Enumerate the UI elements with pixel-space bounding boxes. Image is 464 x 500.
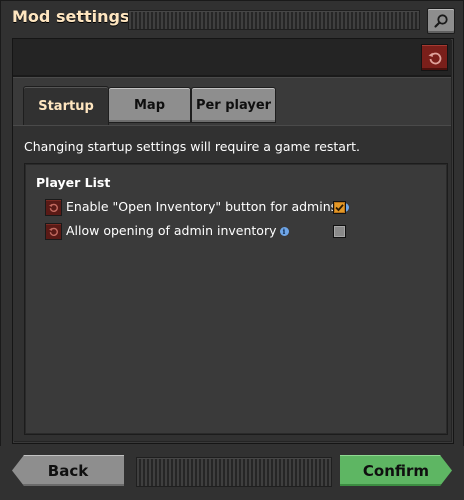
restart-notice: Changing startup settings will require a…: [24, 139, 360, 154]
info-icon[interactable]: i: [279, 227, 289, 236]
setting-label: Allow opening of admin inventory i: [66, 222, 289, 240]
tab-per-player[interactable]: Per player: [191, 87, 276, 123]
back-button[interactable]: Back: [12, 455, 124, 486]
setting-label-text: Enable "Open Inventory" button for admin…: [66, 199, 338, 214]
title-bar: Mod settings: [0, 0, 464, 38]
search-button[interactable]: [427, 8, 455, 34]
panel-toolbar: [13, 39, 451, 77]
admin-inventory-checkbox[interactable]: [333, 225, 346, 238]
setting-label: Enable "Open Inventory" button for admin…: [66, 198, 350, 216]
reset-icon: [49, 227, 58, 236]
checkmark-icon: [335, 204, 344, 212]
group-title: Player List: [36, 175, 111, 190]
window-title: Mod settings: [12, 7, 130, 26]
confirm-button[interactable]: Confirm: [340, 455, 452, 486]
drag-handle[interactable]: [128, 10, 420, 30]
search-icon: [434, 14, 448, 28]
setting-reset-button[interactable]: [45, 199, 62, 216]
footer-drag-handle[interactable]: [136, 457, 332, 487]
tab-startup[interactable]: Startup: [23, 86, 109, 126]
reset-all-button[interactable]: [421, 44, 448, 71]
setting-label-text: Allow opening of admin inventory: [66, 223, 277, 238]
setting-reset-button[interactable]: [45, 223, 62, 240]
mod-settings-window: Mod settings Startup Map Per player Chan…: [0, 0, 464, 500]
reset-icon: [428, 52, 441, 64]
reset-icon: [49, 203, 58, 212]
tab-map[interactable]: Map: [108, 87, 191, 123]
open-inventory-button-checkbox[interactable]: [333, 201, 346, 214]
